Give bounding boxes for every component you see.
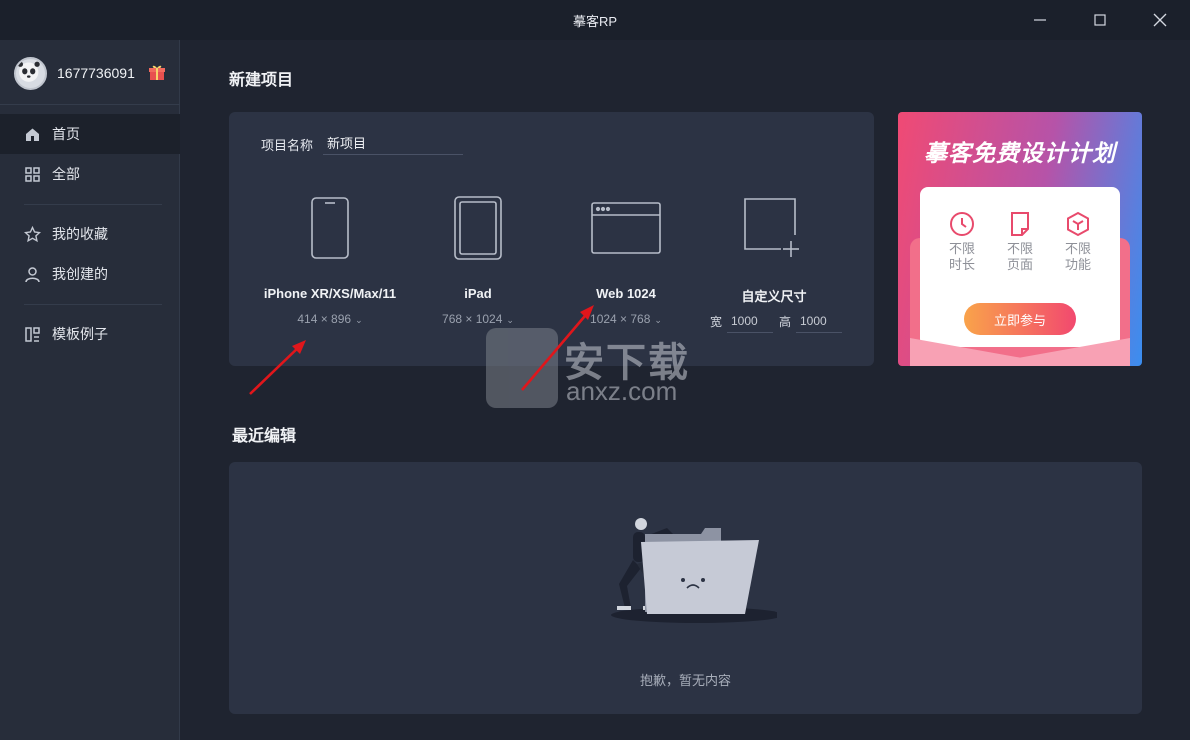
sidebar-item-home[interactable]: 首页 [0, 114, 180, 154]
chevron-down-icon: ⌄ [506, 315, 514, 325]
device-name: 自定义尺寸 [741, 289, 807, 304]
cube-icon [1065, 211, 1091, 237]
project-name-input[interactable] [323, 131, 463, 155]
window-title: 摹客RP [572, 14, 618, 29]
promo-feature-duration: 不限 时长 [942, 211, 982, 273]
title-bar: 摹客RP [0, 0, 1190, 40]
user-profile[interactable]: 1677736091 [14, 56, 170, 90]
home-icon [24, 126, 41, 143]
sidebar-divider [24, 204, 162, 205]
close-button[interactable] [1148, 8, 1172, 32]
project-name-label: 项目名称 [261, 138, 314, 153]
custom-size-icon [694, 188, 854, 268]
feature-line: 不限 [1006, 241, 1033, 256]
avatar[interactable] [14, 56, 47, 90]
gift-icon[interactable] [148, 63, 166, 81]
sidebar-item-templates[interactable]: 模板例子 [0, 314, 180, 354]
clock-icon [949, 211, 975, 237]
device-name: Web 1024 [596, 286, 656, 301]
recent-edits-title: 最近编辑 [232, 428, 297, 445]
new-project-title: 新建项目 [229, 72, 294, 89]
tablet-icon [398, 188, 558, 268]
custom-width-input[interactable] [727, 309, 773, 333]
sidebar: 1677736091 首页 全部 我的收藏 我创建的 模板例子 [0, 40, 180, 740]
promo-title: 摹客免费设计计划 [924, 140, 1116, 166]
feature-line: 页面 [1006, 257, 1033, 272]
username: 1677736091 [57, 65, 135, 81]
sidebar-item-label: 我创建的 [52, 266, 108, 282]
empty-folder-illustration [611, 518, 777, 623]
minimize-icon [1034, 19, 1046, 21]
sidebar-item-label: 我的收藏 [52, 226, 108, 242]
grid-icon [24, 166, 41, 183]
device-size-select[interactable]: 1024 × 768 ⌄ [546, 312, 706, 326]
promo-card: 不限 时长 不限 页面 不限 功能 立即参与 [920, 187, 1120, 347]
join-now-button[interactable]: 立即参与 [964, 303, 1076, 335]
promo-feature-functions: 不限 功能 [1058, 211, 1098, 273]
maximize-button[interactable] [1088, 8, 1112, 32]
device-size-select[interactable]: 768 × 1024 ⌄ [398, 312, 558, 326]
device-option-iphone[interactable]: iPhone XR/XS/Max/11 414 × 896 ⌄ [250, 188, 410, 338]
maximize-icon [1094, 14, 1106, 26]
sidebar-item-favorites[interactable]: 我的收藏 [0, 214, 180, 254]
template-icon [24, 326, 41, 343]
sidebar-item-created[interactable]: 我创建的 [0, 254, 180, 294]
feature-line: 不限 [948, 241, 975, 256]
close-icon [1153, 13, 1167, 27]
sidebar-item-all[interactable]: 全部 [0, 154, 180, 194]
empty-message: 抱歉，暂无内容 [639, 673, 731, 688]
panda-avatar-icon [17, 61, 40, 82]
feature-line: 功能 [1064, 257, 1091, 272]
custom-width-label: 宽 [710, 315, 723, 329]
sidebar-divider [24, 304, 162, 305]
device-size-select[interactable]: 414 × 896 ⌄ [250, 312, 410, 326]
browser-icon [546, 188, 706, 268]
chevron-down-icon: ⌄ [654, 315, 662, 325]
promo-feature-pages: 不限 页面 [1000, 211, 1040, 273]
sidebar-item-label: 首页 [52, 126, 80, 142]
promo-banner[interactable]: 摹客免费设计计划 不限 时长 不限 页面 不限 功能 立即参与 [898, 112, 1142, 366]
device-name: iPhone XR/XS/Max/11 [263, 286, 397, 301]
custom-height-label: 高 [779, 315, 792, 329]
chevron-down-icon: ⌄ [355, 315, 363, 325]
feature-line: 不限 [1064, 241, 1091, 256]
new-project-card: 项目名称 iPhone XR/XS/Max/11 414 × 896⌄ iPad… [229, 112, 874, 366]
feature-line: 时长 [948, 257, 975, 272]
watermark-url: anxz.com [566, 376, 678, 406]
sidebar-divider [0, 104, 180, 105]
page-icon [1007, 211, 1033, 237]
star-icon [24, 225, 41, 243]
sidebar-item-label: 模板例子 [52, 326, 108, 342]
sidebar-item-label: 全部 [52, 166, 80, 182]
custom-height-input[interactable] [796, 309, 842, 333]
recent-edits-card: 抱歉，暂无内容 [229, 462, 1142, 714]
phone-icon [250, 188, 410, 268]
user-icon [24, 266, 41, 283]
device-name: iPad [464, 286, 492, 301]
device-option-web[interactable]: Web 1024 1024 × 768 ⌄ [546, 188, 706, 338]
minimize-button[interactable] [1028, 8, 1052, 32]
device-option-ipad[interactable]: iPad 768 × 1024 ⌄ [398, 188, 558, 338]
